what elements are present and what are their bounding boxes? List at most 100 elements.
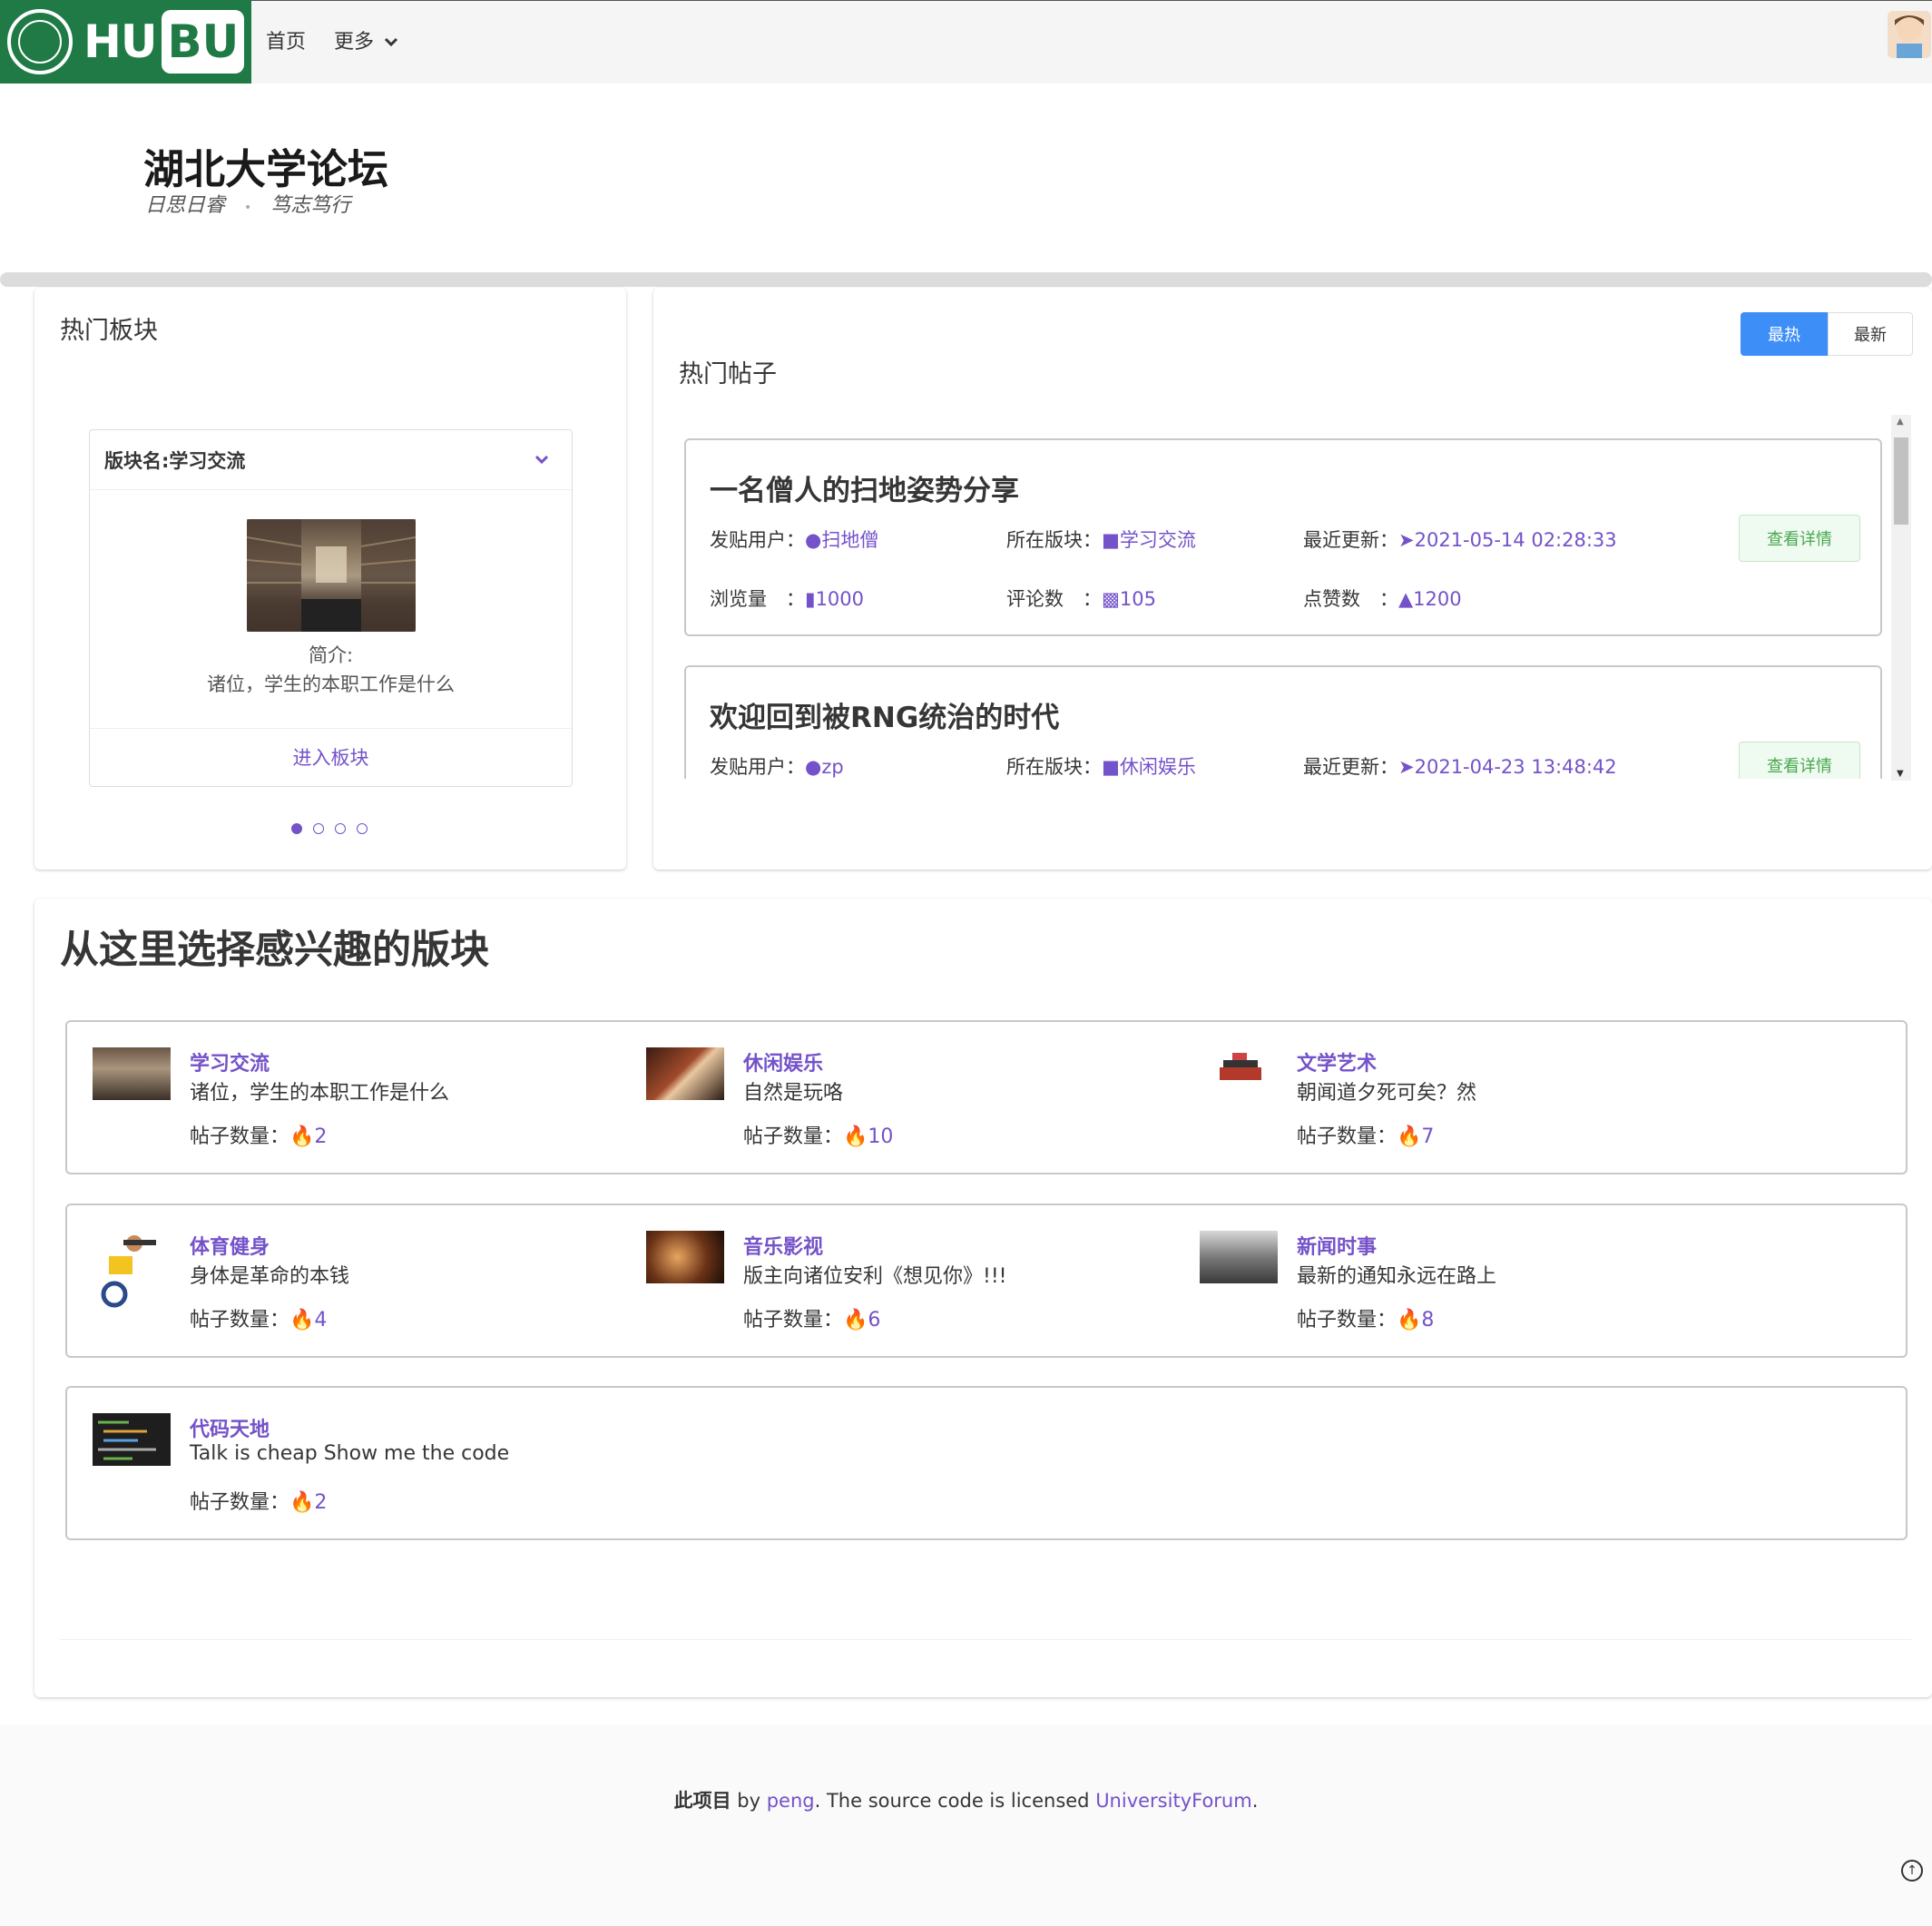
footer-project-label: 此项目 [673,1790,731,1812]
fire-icon: 🔥 [289,1491,315,1514]
board-name-link[interactable]: 新闻时事 [1297,1231,1377,1260]
carousel-dot-2[interactable] [313,823,324,834]
nav-home-link[interactable]: 首页 [266,25,306,54]
footer-text: 此项目 by peng. The source code is licensed… [0,1786,1932,1813]
board-item-literature[interactable]: 文学艺术 朝闻道夕死可矣？然 帖子数量：🔥7 [1174,1047,1719,1156]
chevron-down-icon[interactable] [534,454,549,467]
post-count-value: 7 [1421,1125,1435,1148]
hot-posts-title: 热门帖子 [679,360,777,388]
motto-part-1: 日思日睿 [145,194,226,217]
post-count-label: 帖子数量： [190,1491,290,1514]
board-name-link[interactable]: 文学艺术 [1297,1047,1377,1076]
footer-by: by [731,1790,767,1812]
post-board-link[interactable]: 休闲娱乐 [1120,756,1196,778]
carousel-dot-1[interactable] [291,823,302,834]
board-post-count: 帖子数量：🔥10 [743,1120,893,1149]
hot-boards-title: 热门板块 [60,317,158,345]
carousel-dot-4[interactable] [357,823,368,834]
board-item-code[interactable]: 代码天地 Talk is cheap Show me the code 帖子数量… [67,1413,612,1522]
post-views-value: 1000 [815,588,865,610]
board-desc: 自然是玩咯 [743,1082,844,1105]
post-count-label: 帖子数量： [743,1309,844,1331]
post-comments-value: 105 [1119,588,1156,610]
post-user-link[interactable]: 扫地僧 [821,529,878,551]
comment-icon: ▩ [1102,588,1120,610]
board-post-count: 帖子数量：🔥6 [743,1303,880,1332]
post-comments-meta: 评论数 ：▩105 [1006,585,1156,612]
scroll-up-arrow-icon[interactable]: ▲ [1897,417,1904,427]
view-detail-button[interactable]: 查看详情 [1739,515,1860,562]
board-item-news[interactable]: 新闻时事 最新的通知永远在路上 帖子数量：🔥8 [1174,1231,1719,1340]
post-updated-meta: 最近更新：➤2021-04-23 13:48:42 [1303,752,1617,779]
board-thumb-tv [646,1047,724,1100]
post-count-value: 2 [314,1125,328,1148]
nav-more-dropdown[interactable]: 更多 [334,25,399,54]
post-updated-time: 2021-05-14 02:28:33 [1414,529,1617,551]
post-board-link[interactable]: 学习交流 [1120,529,1196,551]
board-item-leisure[interactable]: 休闲娱乐 自然是玩咯 帖子数量：🔥10 [621,1047,1165,1156]
logo-text-hu: HU [83,15,157,68]
fire-icon: 🔥 [843,1125,868,1148]
post-user-link[interactable]: zp [821,756,843,778]
board-post-count: 帖子数量：🔥7 [1297,1120,1434,1149]
comments-label: 评论数 ： [1006,588,1102,610]
view-detail-button[interactable]: 查看详情 [1739,742,1860,779]
caret-up-icon: ▲ [1398,588,1414,610]
post-card: 一名僧人的扫地姿势分享 发贴用户：●扫地僧 所在版块：■学习交流 最近更新：➤2… [684,438,1882,636]
post-board-meta: 所在版块：■学习交流 [1006,526,1196,553]
university-seal-icon [7,9,73,74]
board-item-music-film[interactable]: 音乐影视 版主向诸位安利《想见你》!!! 帖子数量：🔥6 [621,1231,1165,1340]
board-label: 所在版块： [1006,756,1102,778]
likes-label: 点赞数 ： [1303,588,1398,610]
scroll-down-arrow-icon[interactable]: ▼ [1897,769,1904,779]
post-title[interactable]: 欢迎回到被RNG统治的时代 [710,694,1059,735]
tab-newest[interactable]: 最新 [1828,312,1913,356]
fire-icon: 🔥 [289,1125,315,1148]
carousel-dot-3[interactable] [335,823,346,834]
user-avatar[interactable] [1888,11,1931,58]
boards-section-title: 从这里选择感兴趣的版块 [60,928,489,973]
site-title: 湖北大学论坛 [143,145,389,193]
board-thumb-code [93,1413,171,1466]
enter-board-link[interactable]: 进入板块 [90,743,572,771]
board-name-link[interactable]: 代码天地 [190,1413,270,1442]
hot-posts-list[interactable]: 一名僧人的扫地姿势分享 发贴用户：●扫地僧 所在版块：■学习交流 最近更新：➤2… [672,413,1917,779]
board-name-link[interactable]: 学习交流 [190,1047,270,1076]
post-title[interactable]: 一名僧人的扫地姿势分享 [710,467,1019,508]
briefcase-icon: ■ [1102,756,1120,778]
board-thumb-books [1200,1047,1278,1100]
board-item-sports[interactable]: 体育健身 身体是革命的本钱 帖子数量：🔥4 [67,1231,612,1340]
footer-license-link[interactable]: UniversityForum [1095,1790,1252,1812]
footer-author-link[interactable]: peng [767,1790,815,1812]
board-name-link[interactable]: 体育健身 [190,1231,270,1260]
board-post-count: 帖子数量：🔥2 [190,1486,327,1515]
post-count-value: 8 [1421,1309,1435,1331]
board-desc: 诸位，学生的本职工作是什么 [190,1082,450,1105]
back-to-top-icon[interactable]: ↑ [1901,1860,1923,1882]
carousel-intro-text: 诸位，学生的本职工作是什么 [207,673,455,695]
post-updated-meta: 最近更新：➤2021-05-14 02:28:33 [1303,526,1617,553]
motto-part-2: 笃志笃行 [270,194,351,217]
carousel-card-header[interactable]: 版块名:学习交流 [90,430,572,490]
board-name-link[interactable]: 休闲娱乐 [743,1047,823,1076]
tab-hottest[interactable]: 最热 [1741,312,1828,356]
board-name-link[interactable]: 音乐影视 [743,1231,823,1260]
site-logo[interactable]: HU BU [0,0,251,84]
carousel-card-footer: 进入板块 [90,728,572,786]
post-count-label: 帖子数量： [1297,1125,1398,1148]
post-card: 欢迎回到被RNG统治的时代 发贴用户：●zp 所在版块：■休闲娱乐 最近更新：➤… [684,665,1882,779]
paper-plane-icon: ➤ [1398,756,1415,778]
views-label: 浏览量 ： [710,588,805,610]
footer-end: . [1251,1790,1259,1812]
board-row: 体育健身 身体是革命的本钱 帖子数量：🔥4 音乐影视 版主向诸位安利《想见你》!… [65,1204,1907,1358]
board-desc: 身体是革命的本钱 [190,1265,350,1288]
post-count-label: 帖子数量： [190,1309,290,1331]
board-item-study[interactable]: 学习交流 诸位，学生的本职工作是什么 帖子数量：🔥2 [67,1047,612,1156]
carousel-board-name: 版块名:学习交流 [104,450,246,472]
bar-chart-icon: ▮ [805,588,816,610]
post-likes-meta: 点赞数 ：▲1200 [1303,585,1462,612]
user-label: 发贴用户： [710,529,805,551]
scrollbar-thumb[interactable] [1894,437,1908,525]
post-count-value: 2 [314,1491,328,1514]
motto-separator: • [244,201,252,215]
